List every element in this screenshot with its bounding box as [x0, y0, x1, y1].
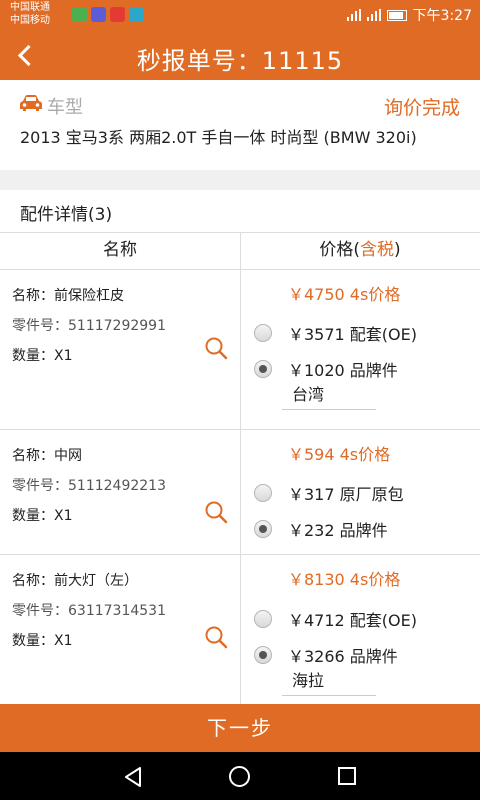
option-label: ￥232 品牌件 [288, 521, 388, 540]
part-quantity: 数量：X1 [12, 633, 73, 649]
status-bar: 中国联通 中国移动 下午3:27 [0, 0, 480, 30]
system-nav-bar [0, 752, 480, 800]
price-option-original[interactable]: ￥317 原厂原包 [254, 481, 404, 505]
carrier-info: 中国联通 中国移动 [10, 1, 50, 27]
battery-icon [386, 9, 407, 21]
price-4s: ￥8130 4s价格 [288, 570, 401, 589]
app-notification-icon [110, 7, 125, 22]
radio-button-selected[interactable] [254, 520, 272, 538]
price-header-label: 价格( [319, 240, 360, 260]
search-icon[interactable] [204, 500, 228, 524]
parts-heading-bar: 配件详情(3) [0, 190, 480, 232]
radio-button-selected[interactable] [254, 646, 272, 664]
part-number: 零件号：63117314531 [12, 603, 166, 619]
page-title: 秒报单号：11115 [136, 47, 344, 75]
part-quantity: 数量：X1 [12, 348, 73, 364]
status-badge: 询价完成 [383, 97, 460, 119]
price-option-brand[interactable]: ￥3266 品牌件 [254, 643, 398, 667]
nav-back-icon[interactable] [122, 766, 144, 788]
part-name: 名称：前保险杠皮 [12, 288, 124, 304]
car-icon [20, 95, 42, 111]
option-label: ￥317 原厂原包 [288, 485, 404, 504]
brand-field[interactable]: 台湾 [282, 382, 376, 410]
radio-button[interactable] [254, 324, 272, 342]
price-option-brand[interactable]: ￥1020 品牌件 [254, 357, 398, 381]
vehicle-model: 2013 宝马3系 两厢2.0T 手自一体 时尚型 (BMW 320i) [20, 128, 417, 147]
part-name: 名称：中网 [12, 448, 82, 464]
search-icon[interactable] [204, 336, 228, 360]
parts-table: 名称 价格(含税) 名称：前保险杠皮 零件号：51117292991 数量：X1… [0, 232, 480, 705]
table-row: 名称：前保险杠皮 零件号：51117292991 数量：X1 ￥4750 4s价… [0, 269, 480, 429]
carrier-1: 中国联通 [10, 2, 50, 13]
app-notification-icon [72, 7, 87, 22]
part-name: 名称：前大灯（左） [12, 573, 138, 589]
title-bar: 秒报单号：11115 [0, 30, 480, 80]
radio-button[interactable] [254, 484, 272, 502]
next-step-button[interactable]: 下一步 [0, 704, 480, 752]
option-label: ￥4712 配套(OE) [288, 611, 417, 630]
vehicle-section: 车型 询价完成 2013 宝马3系 两厢2.0T 手自一体 时尚型 (BMW 3… [0, 80, 480, 170]
signal-icon [346, 9, 361, 21]
section-divider [0, 170, 480, 190]
radio-button-selected[interactable] [254, 360, 272, 378]
carrier-2: 中国移动 [10, 15, 50, 26]
option-label: ￥1020 品牌件 [288, 361, 398, 380]
search-icon[interactable] [204, 625, 228, 649]
parts-heading: 配件详情(3) [20, 205, 113, 225]
price-option-brand[interactable]: ￥232 品牌件 [254, 517, 388, 541]
price-option-oe[interactable]: ￥3571 配套(OE) [254, 321, 417, 345]
radio-button[interactable] [254, 610, 272, 628]
nav-recents-icon[interactable] [338, 767, 356, 785]
table-row: 名称：前大灯（左） 零件号：63117314531 数量：X1 ￥8130 4s… [0, 554, 480, 705]
tax-included-label: 含税 [360, 240, 394, 260]
clock: 下午3:27 [412, 8, 472, 24]
part-quantity: 数量：X1 [12, 508, 73, 524]
option-label: ￥3266 品牌件 [288, 647, 398, 666]
signal-icon [366, 9, 381, 21]
price-header-close: ) [394, 240, 401, 260]
part-number: 零件号：51112492213 [12, 478, 166, 494]
app-notification-icon [129, 7, 144, 22]
price-option-oe[interactable]: ￥4712 配套(OE) [254, 607, 417, 631]
vehicle-type-label: 车型 [47, 97, 83, 118]
table-row: 名称：中网 零件号：51112492213 数量：X1 ￥594 4s价格 ￥3… [0, 429, 480, 554]
part-number: 零件号：51117292991 [12, 318, 166, 334]
nav-home-icon[interactable] [229, 766, 250, 787]
option-label: ￥3571 配套(OE) [288, 325, 417, 344]
column-header-price: 价格(含税) [240, 233, 480, 269]
app-notification-icon [91, 7, 106, 22]
brand-field[interactable]: 海拉 [282, 668, 376, 696]
price-4s: ￥594 4s价格 [288, 445, 391, 464]
notification-icons [72, 7, 144, 22]
system-status: 下午3:27 [346, 5, 472, 25]
column-header-name: 名称 [103, 240, 137, 260]
price-4s: ￥4750 4s价格 [288, 285, 401, 304]
